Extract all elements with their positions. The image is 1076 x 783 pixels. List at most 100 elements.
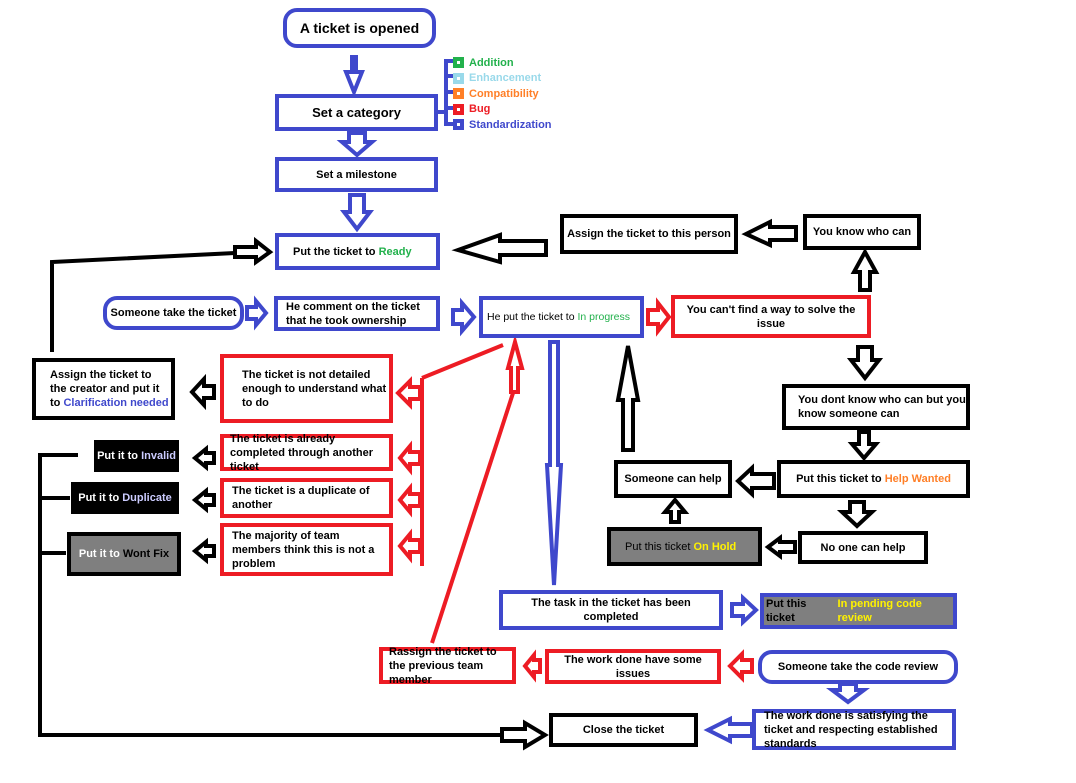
node-text: You dont know who can but you know someo… — [798, 394, 966, 420]
arrow-issues-to-reassign — [522, 649, 542, 683]
status-pending-review: In pending code review — [837, 598, 922, 624]
arrow-cantsolve-to-knowwho — [850, 247, 880, 292]
node-text: The majority of team members think this … — [232, 529, 375, 570]
node-text: Put it to — [97, 450, 139, 462]
node-already-completed: The ticket is already completed through … — [220, 432, 393, 473]
arrow-inprogress-to-cantsolve — [646, 297, 672, 337]
enhancement-swatch-icon — [453, 72, 464, 84]
arrow-dontknow-to-helpwanted — [847, 430, 881, 462]
node-invalid: Put it to Invalid — [94, 440, 179, 472]
bug-swatch-icon — [453, 103, 464, 115]
node-task-completed: The task in the ticket has been complete… — [499, 590, 723, 630]
arrow-inprogress-to-completed — [544, 340, 564, 586]
addition-swatch-icon — [453, 57, 464, 69]
node-comment-ownership: He comment on the ticket that he took ow… — [274, 296, 440, 331]
node-text: He comment on the ticket that he took ow… — [286, 300, 420, 327]
node-work-issues: The work done have some issues — [545, 649, 721, 684]
red-arrows-rejections — [395, 376, 422, 564]
node-ready: Put the ticket to Ready — [275, 233, 440, 270]
node-text: Close the ticket — [582, 724, 665, 736]
node-text: Set a category — [312, 104, 401, 120]
node-set-category: Set a category — [275, 94, 438, 131]
node-text: Assign the ticket to this person — [567, 228, 731, 240]
black-arrows-outcomes — [189, 373, 216, 565]
arrow-knowwho-to-assign — [741, 218, 798, 249]
status-invalid: Invalid — [141, 450, 176, 462]
node-assign-person: Assign the ticket to this person — [560, 214, 738, 254]
arrow-review-to-satisfying — [826, 682, 870, 705]
node-work-satisfying: The work done is satisfying the ticket a… — [752, 709, 956, 750]
node-text: Put the ticket to — [293, 245, 376, 258]
arrow-assign-to-ready — [451, 232, 548, 265]
category-legend: Addition Enhancement Compatibility Bug S… — [453, 55, 552, 133]
node-dont-know-who: You dont know who can but you know someo… — [782, 384, 970, 430]
node-know-who: You know who can — [803, 214, 921, 250]
status-in-progress: In progress — [577, 311, 631, 323]
status-wont-fix: Wont Fix — [122, 548, 170, 560]
node-text: Someone take the code review — [777, 661, 939, 673]
status-duplicate: Duplicate — [122, 492, 172, 504]
node-reassign: Rassign the ticket to the previous team … — [379, 645, 516, 686]
node-text: Put this ticket — [766, 598, 807, 624]
arrow-take-to-comment — [245, 295, 269, 331]
node-text: The ticket is a duplicate of another — [232, 485, 370, 511]
node-close: Close the ticket — [549, 713, 698, 747]
compatibility-swatch-icon — [453, 88, 464, 100]
status-clarification: Clarification needed — [63, 397, 169, 409]
category-label: Enhancement — [469, 72, 542, 85]
arrow-cantsolve-to-dontknow — [846, 345, 884, 382]
category-standardization: Standardization — [453, 117, 552, 133]
node-text: The ticket is not detailed enough to und… — [242, 368, 387, 409]
arrow-to-close — [500, 719, 549, 751]
node-text: The task in the ticket has been complete… — [531, 597, 691, 623]
arrow-onhold-to-canhelp — [660, 496, 690, 524]
arrow-opened-to-category — [343, 55, 365, 98]
node-someone-can-help: Someone can help — [614, 460, 732, 498]
node-text: Put this ticket — [625, 540, 691, 553]
arrow-completed-to-pending — [730, 593, 759, 627]
arrow-helpwanted-to-canhelp — [735, 463, 776, 499]
node-no-one-can-help: No one can help — [798, 531, 928, 564]
node-set-milestone: Set a milestone — [275, 157, 438, 192]
arrow-noone-to-onhold — [764, 534, 797, 560]
node-text: No one can help — [820, 541, 906, 554]
node-text: The work done have some issues — [564, 653, 702, 680]
arrow-comment-to-inprogress — [451, 297, 477, 337]
node-wont-fix: Put it to Wont Fix — [67, 532, 181, 576]
node-take-code-review: Someone take the code review — [758, 650, 958, 684]
node-text: Set a milestone — [316, 168, 397, 181]
status-help-wanted: Help Wanted — [884, 473, 951, 485]
category-label: Bug — [469, 103, 491, 116]
node-duplicate-of: The ticket is a duplicate of another — [220, 478, 393, 518]
node-text: Put it to — [78, 492, 120, 504]
arrow-milestone-to-ready — [339, 193, 375, 233]
node-text: Someone can help — [624, 473, 722, 485]
node-help-wanted: Put this ticket to Help Wanted — [777, 460, 970, 498]
category-label: Standardization — [469, 118, 552, 131]
node-text: A ticket is opened — [299, 20, 420, 36]
node-duplicate: Put it to Duplicate — [71, 482, 179, 514]
arrow-helpwanted-to-noone — [836, 500, 878, 529]
node-pending-review: Put this ticket In pending code review — [760, 593, 957, 629]
node-majority-not-problem: The majority of team members think this … — [220, 523, 393, 576]
node-on-hold: Put this ticket On Hold — [607, 527, 762, 566]
category-addition: Addition — [453, 55, 552, 71]
node-cant-solve: You can't find a way to solve the issue — [671, 295, 871, 338]
category-compatibility: Compatibility — [453, 86, 552, 102]
node-text: You can't find a way to solve the issue — [686, 303, 856, 330]
arrow-category-to-milestone — [336, 131, 378, 158]
node-text: Put it to — [78, 548, 120, 560]
category-bug: Bug — [453, 102, 552, 118]
standardization-swatch-icon — [453, 119, 464, 131]
node-text: He put the ticket to — [487, 311, 575, 323]
node-text: The work done is satisfying the ticket a… — [764, 709, 938, 750]
node-not-detailed: The ticket is not detailed enough to und… — [220, 354, 393, 423]
node-text: Rassign the ticket to the previous team … — [389, 645, 497, 686]
arrow-review-to-issues — [727, 649, 754, 683]
node-text: You know who can — [812, 226, 912, 238]
node-in-progress: He put the ticket to In progress — [479, 296, 644, 338]
status-ready: Ready — [378, 245, 412, 258]
node-text: The ticket is already completed through … — [230, 432, 373, 473]
node-clarification: Assign the ticket to the creator and put… — [32, 358, 175, 420]
status-on-hold: On Hold — [693, 540, 737, 553]
